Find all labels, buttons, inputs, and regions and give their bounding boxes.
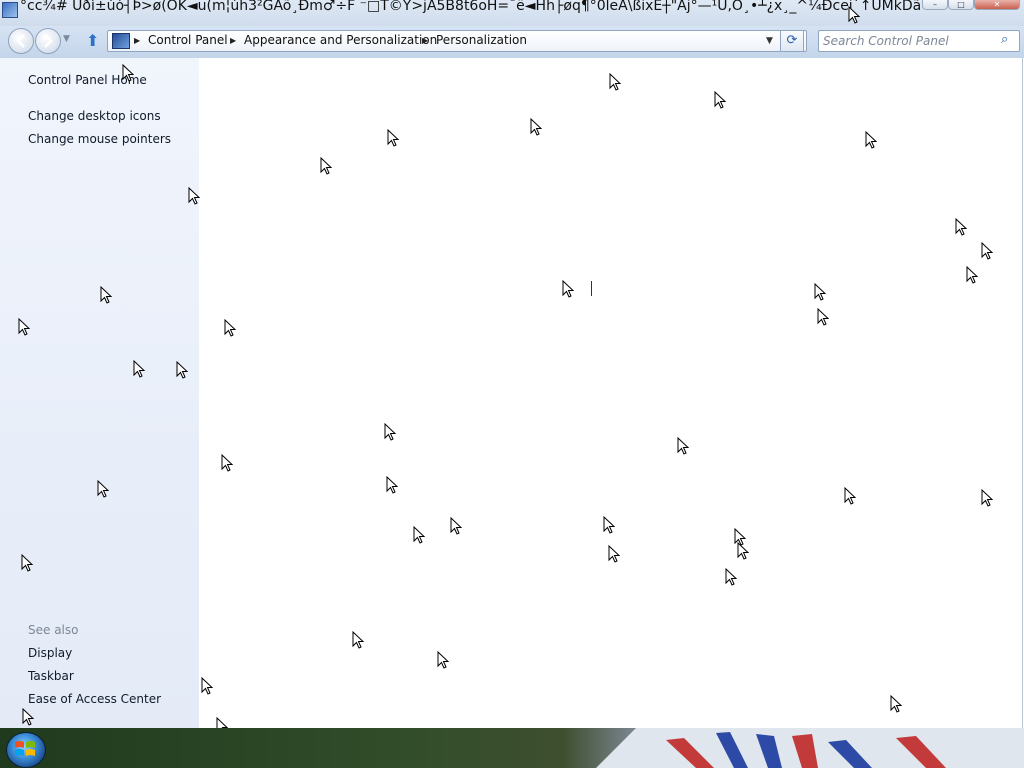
mouse-pointer-icon (814, 283, 826, 301)
breadcrumb-separator[interactable]: ▶ (422, 36, 428, 45)
mouse-pointer-icon (714, 91, 726, 109)
back-arrow-icon (16, 34, 25, 48)
taskbar-link[interactable]: Taskbar (28, 669, 74, 683)
forward-arrow-icon (44, 34, 53, 48)
mouse-pointer-icon (188, 187, 200, 205)
mouse-pointer-icon (97, 480, 109, 498)
display-link[interactable]: Display (28, 646, 72, 660)
close-button[interactable]: ✕ (974, 0, 1020, 10)
breadcrumb-control-panel[interactable]: Control Panel (148, 33, 228, 47)
search-input[interactable] (823, 33, 993, 48)
title-bar: °ϲc¾# Uðì±ùò┤Þ>ø(OK◄u(m¦ùh3²GAõ¸Ðm♂÷F ⁻□… (0, 0, 1024, 26)
search-box[interactable]: ⌕ (818, 30, 1020, 52)
breadcrumb-separator[interactable]: ▶ (230, 36, 236, 45)
mouse-pointer-icon (413, 526, 425, 544)
breadcrumb-appearance[interactable]: Appearance and Personalization (244, 33, 437, 47)
mouse-pointer-icon (737, 542, 749, 560)
mouse-pointer-icon (437, 651, 449, 669)
address-bar[interactable]: ▶ Control Panel ▶ Appearance and Persona… (107, 30, 807, 52)
search-icon[interactable]: ⌕ (1001, 32, 1008, 47)
change-mouse-pointers-link[interactable]: Change mouse pointers (28, 132, 171, 146)
desktop-wallpaper (596, 728, 1024, 768)
breadcrumb-personalization[interactable]: Personalization (436, 33, 527, 47)
mouse-pointer-icon (384, 423, 396, 441)
windows-logo-icon (13, 738, 37, 760)
mouse-pointer-icon (386, 476, 398, 494)
mouse-pointer-icon (387, 129, 399, 147)
mouse-pointer-icon (955, 218, 967, 236)
forward-button[interactable] (35, 28, 61, 54)
mouse-pointer-icon (562, 280, 574, 298)
mouse-pointer-icon (176, 361, 188, 379)
window-title: °ϲc¾# Uðì±ùò┤Þ>ø(OK◄u(m¦ùh3²GAõ¸Ðm♂÷F ⁻□… (20, 0, 920, 14)
mouse-pointer-icon (603, 516, 615, 534)
mouse-pointer-icon (890, 695, 902, 713)
task-pane: Control Panel Home Change desktop icons … (0, 58, 199, 728)
mouse-pointer-icon (725, 568, 737, 586)
mouse-pointer-icon (530, 118, 542, 136)
mouse-pointer-icon (981, 242, 993, 260)
refresh-icon: ⟳ (786, 33, 798, 48)
mouse-pointer-icon (966, 266, 978, 284)
address-dropdown-icon[interactable]: ▼ (766, 36, 773, 46)
mouse-pointer-icon (677, 437, 689, 455)
mouse-pointer-icon (608, 545, 620, 563)
control-panel-icon (112, 33, 130, 49)
mouse-pointer-icon (817, 308, 829, 326)
mouse-pointer-icon (352, 631, 364, 649)
mouse-pointer-icon (22, 708, 34, 726)
mouse-pointer-icon (450, 517, 462, 535)
mouse-pointer-icon (133, 360, 145, 378)
mouse-pointer-icon (844, 487, 856, 505)
mouse-pointer-icon (224, 319, 236, 337)
mouse-pointer-icon (320, 157, 332, 175)
up-arrow-icon[interactable]: ⬆ (86, 31, 99, 50)
mouse-pointer-icon (865, 131, 877, 149)
mouse-pointer-icon (221, 454, 233, 472)
text-cursor (591, 281, 592, 296)
mouse-pointer-icon (848, 6, 860, 24)
mouse-pointer-icon (201, 677, 213, 695)
mouse-pointer-icon (21, 554, 33, 572)
mouse-pointer-icon (18, 318, 30, 336)
mouse-pointer-icon (122, 64, 134, 82)
breadcrumb-separator[interactable]: ▶ (134, 36, 140, 45)
maximize-button[interactable]: □ (948, 0, 974, 10)
change-desktop-icons-link[interactable]: Change desktop icons (28, 109, 161, 123)
control-panel-icon (2, 2, 18, 18)
refresh-button[interactable]: ⟳ (780, 30, 804, 52)
minimize-button[interactable]: – (922, 0, 948, 10)
back-button[interactable] (8, 28, 34, 54)
mouse-pointer-icon (100, 286, 112, 304)
see-also-heading: See also (28, 623, 79, 637)
mouse-pointer-icon (981, 489, 993, 507)
mouse-pointer-icon (609, 73, 621, 91)
recent-pages-dropdown[interactable]: ▼ (63, 34, 70, 44)
ease-of-access-center-link[interactable]: Ease of Access Center (28, 692, 161, 706)
